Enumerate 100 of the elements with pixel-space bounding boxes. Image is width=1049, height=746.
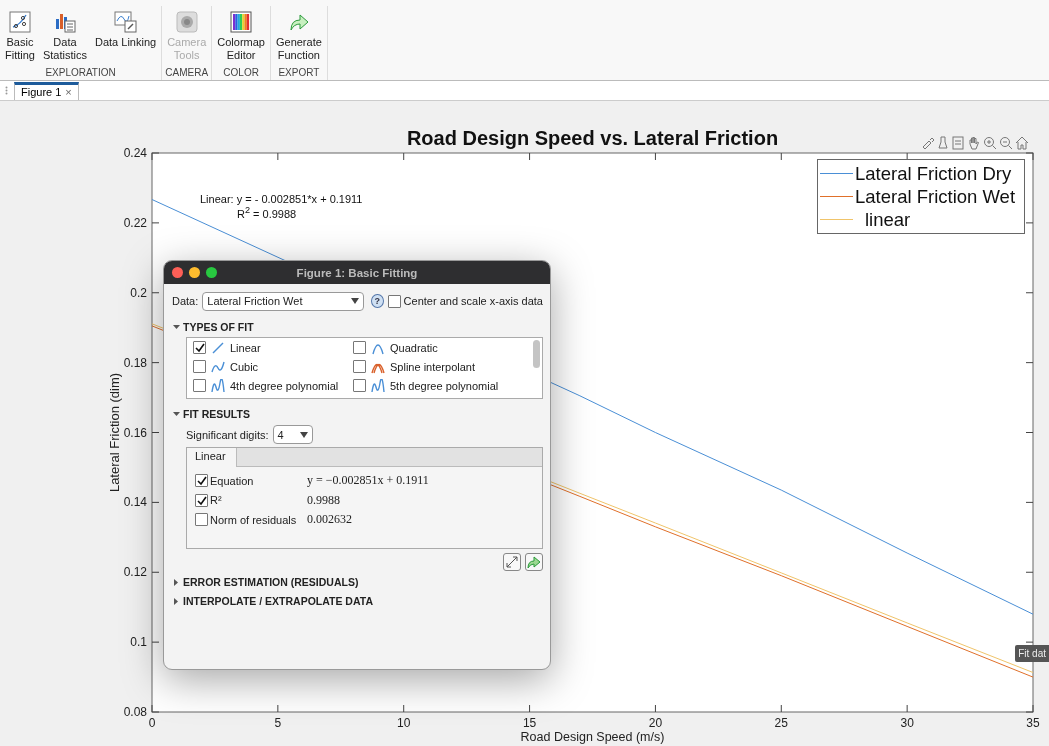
tick-label: 0.14 — [123, 495, 147, 510]
legend-label: Lateral Friction Dry — [855, 162, 1012, 185]
section-header[interactable]: FIT RESULTS — [172, 407, 543, 421]
tick-mark — [529, 152, 531, 161]
tick-mark — [403, 704, 405, 713]
fit-type-option[interactable]: Quadratic — [353, 340, 523, 355]
fit-type-option[interactable]: 4th degree polynomial — [193, 378, 353, 393]
tick-label: 0.22 — [123, 215, 147, 230]
checkbox[interactable] — [193, 360, 206, 373]
tick-label: 0.18 — [123, 355, 147, 370]
checkbox[interactable] — [195, 493, 208, 507]
tick-label: 0.16 — [123, 425, 147, 440]
fit-type-option[interactable]: Linear — [193, 340, 353, 355]
result-option[interactable]: Equation — [195, 474, 307, 488]
fit-chart-icon — [9, 11, 31, 33]
tick-mark — [151, 222, 160, 224]
data-tip-icon[interactable] — [937, 136, 949, 150]
section-header[interactable]: ERROR ESTIMATION (RESIDUALS) — [172, 574, 543, 590]
fit-equation: Linear: y = - 0.002851*x + 0.1911 — [200, 193, 363, 205]
group-label: EXPLORATION — [45, 67, 116, 80]
tick-mark — [1025, 362, 1034, 364]
digits-dropdown[interactable]: 4 — [272, 425, 313, 444]
checkbox[interactable] — [353, 341, 366, 354]
tick-mark — [654, 704, 656, 713]
center-scale-checkbox[interactable]: Center and scale x-axis data — [387, 294, 543, 308]
result-value: 0.9988 — [307, 492, 340, 508]
expand-icon — [173, 578, 179, 586]
linked-chart-icon — [113, 11, 138, 33]
significant-digits-label: Significant digits: — [186, 428, 269, 441]
tick-label: 15 — [522, 716, 537, 730]
result-value: y = −0.002851x + 0.1911 — [307, 473, 429, 489]
checkbox[interactable] — [195, 474, 208, 488]
collapse-icon — [172, 411, 180, 417]
grip-icon[interactable] — [5, 86, 8, 95]
tick-label: 10 — [397, 716, 411, 730]
result-value: 0.002632 — [307, 512, 352, 528]
tick-label: 35 — [1026, 716, 1040, 730]
tick-mark — [151, 362, 160, 364]
fit-type-option[interactable]: Cubic — [193, 359, 353, 374]
curve-icon — [211, 378, 225, 393]
toolbar-button[interactable]: Data Linking — [92, 6, 160, 67]
tick-label: 0.1 — [130, 635, 147, 650]
brush-icon[interactable] — [921, 136, 935, 150]
tick-label: 25 — [774, 716, 788, 730]
tick-label: 0.2 — [130, 285, 147, 300]
tick-mark — [151, 432, 160, 433]
toolbar-button[interactable]: Generate Function — [272, 6, 325, 67]
tick-mark — [1025, 292, 1034, 294]
tick-label: 30 — [900, 716, 914, 730]
curve-icon — [371, 378, 385, 393]
tick-mark — [151, 641, 160, 643]
data-dropdown[interactable]: Lateral Friction Wet — [202, 291, 364, 311]
checkbox[interactable] — [193, 341, 206, 354]
zoom-button[interactable] — [206, 267, 217, 278]
tick-mark — [277, 152, 279, 161]
tick-mark — [151, 571, 160, 573]
help-icon[interactable]: ? — [370, 294, 384, 308]
tick-label: 20 — [648, 716, 663, 730]
tick-mark — [277, 704, 279, 713]
checkbox[interactable] — [387, 294, 401, 308]
tick-mark — [906, 152, 908, 161]
zoom-out-icon[interactable] — [999, 136, 1013, 150]
legend-label: linear — [864, 208, 911, 231]
close-button[interactable] — [172, 267, 183, 278]
zoom-in-icon[interactable] — [983, 136, 997, 150]
checkbox[interactable] — [193, 379, 206, 392]
tick-mark — [1025, 432, 1034, 433]
result-option[interactable]: R² — [195, 493, 307, 507]
window-title: Figure 1: Basic Fitting — [296, 266, 418, 279]
tick-label: 0 — [148, 716, 156, 730]
minimize-button[interactable] — [189, 267, 200, 278]
tick-mark — [780, 152, 782, 161]
toolbar-button[interactable]: Data Statistics — [39, 6, 90, 67]
tick-mark — [654, 152, 656, 161]
collapse-icon — [172, 324, 180, 330]
bar-chart-icon — [53, 11, 76, 33]
fit-type-option[interactable]: 5th degree polynomial — [353, 378, 523, 393]
document-tab[interactable]: Figure 1 × — [14, 82, 79, 100]
y-axis-label: Lateral Friction (dim) — [107, 372, 122, 493]
hand-icon[interactable] — [967, 136, 981, 150]
x-axis-label: Road Design Speed (m/s) — [520, 730, 665, 744]
checkbox[interactable] — [353, 360, 366, 373]
camera-icon — [175, 11, 198, 33]
home-icon[interactable] — [1015, 136, 1029, 150]
group-label: CAMERA — [165, 67, 209, 80]
result-option[interactable]: Norm of residuals — [195, 513, 307, 527]
fit-type-option[interactable]: Spline interpolant — [353, 359, 523, 374]
results-tab[interactable]: Linear — [187, 448, 237, 467]
checkbox[interactable] — [195, 513, 208, 527]
group-label: EXPORT — [278, 67, 320, 80]
toolbar-button[interactable]: Colormap Editor — [214, 6, 268, 67]
forward-arrow-icon — [287, 11, 310, 33]
section-header[interactable]: INTERPOLATE / EXTRAPOLATE DATA — [172, 593, 543, 609]
close-button[interactable]: × — [65, 86, 72, 98]
expand-button[interactable] — [503, 553, 521, 571]
export-button[interactable] — [525, 553, 543, 571]
section-header[interactable]: TYPES OF FIT — [172, 320, 543, 334]
legend-label: Lateral Friction Wet — [855, 185, 1016, 208]
toolbar-button[interactable]: Basic Fitting — [2, 6, 38, 67]
checkbox[interactable] — [353, 379, 366, 392]
